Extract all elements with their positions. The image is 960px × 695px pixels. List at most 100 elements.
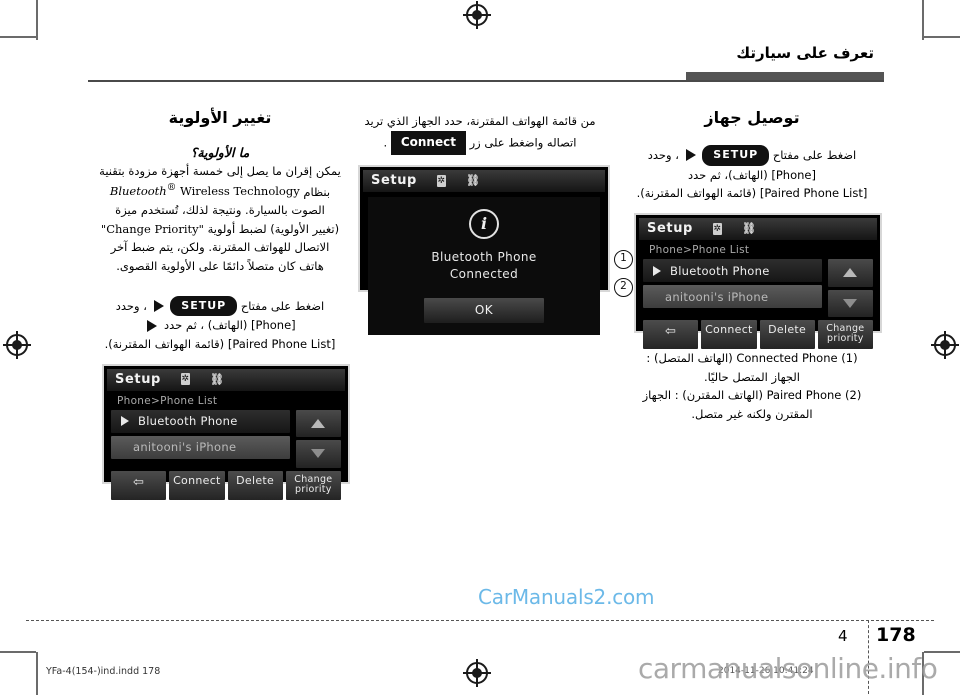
page-header-title: تعرف على سيارتك <box>736 44 874 62</box>
registered-mark: ® <box>166 182 177 194</box>
usb-icon: ⛓ <box>209 372 225 386</box>
bluetooth-word: Bluetooth <box>109 184 167 199</box>
popup-ok-button[interactable]: OK <box>423 297 545 323</box>
softkey-delete[interactable]: Delete <box>759 320 815 349</box>
back-arrow-icon: ⇦ <box>665 324 677 340</box>
body-line-6: هاتف كان متصلاً دائمًا على الأولوية القص… <box>116 258 324 273</box>
softkey-change-priority-line2: priority <box>295 483 332 495</box>
connect-intro-line1: من قائمة الهواتف المقترنة، حدد الجهاز ال… <box>364 114 596 128</box>
softkey-back[interactable]: ⇦ <box>111 470 167 500</box>
legend-line-2: الجهاز المتصل حاليًا. <box>703 369 801 384</box>
registration-mark-top <box>463 1 491 29</box>
body-line-5: الاتصال للهواتف المقترنة. ولكن، يتم ضبط … <box>110 240 330 255</box>
registration-mark-bottom <box>463 659 491 687</box>
list-item-connected-phone[interactable]: Bluetooth Phone <box>643 259 823 283</box>
softkey-delete[interactable]: Delete <box>227 470 283 500</box>
watermark-carmanuals2: CarManuals2.com <box>478 585 655 609</box>
arrow-right-icon-2 <box>147 319 158 332</box>
crop-mark-top-right-h <box>924 36 960 38</box>
callout-1: 1 <box>614 250 633 270</box>
softkey-back[interactable]: ⇦ <box>643 320 699 349</box>
popup-title-label: Setup <box>371 173 417 189</box>
scroll-up-button[interactable] <box>827 259 873 287</box>
column-connect-confirm: من قائمة الهواتف المقترنة، حدد الجهاز ال… <box>350 112 610 335</box>
phone-list-area: Bluetooth Phone anitooni's iPhone <box>639 259 877 318</box>
legend-line-4: المقترن ولكنه غير متصل. <box>691 406 813 421</box>
connect-softkey-block[interactable]: Connect <box>390 130 466 156</box>
screen-breadcrumb: Phone>Phone List <box>649 244 750 257</box>
popup-message: Bluetooth Phone Connected <box>368 249 600 284</box>
screen-breadcrumb: Phone>Phone List <box>117 394 218 407</box>
list-scrollbar[interactable] <box>295 409 341 468</box>
connect-intro-post: . <box>383 135 388 150</box>
change-priority-step-instruction: اضغط على مفتاح SETUP ، وحدد [Phone] (اله… <box>90 295 350 354</box>
scroll-down-button[interactable] <box>827 289 873 318</box>
list-item-paired-phone[interactable]: anitooni's iPhone <box>111 435 291 459</box>
legend-line-1: (1) Connected Phone (الهاتف المتصل) : <box>646 351 858 366</box>
softkey-change-priority-line2: priority <box>827 333 864 345</box>
body-line-4: (تغيير الأولوية) لضبط أولوية <box>207 221 340 236</box>
list-scrollbar[interactable] <box>827 259 873 318</box>
registration-mark-left <box>3 331 31 359</box>
usb-icon: ⛓ <box>465 174 481 188</box>
registration-mark-right <box>931 331 959 359</box>
arrow-right-icon <box>153 299 164 312</box>
screen-titlebar: Setup ✲ ⛓ <box>107 368 345 391</box>
connect-step-line2: [Phone] (الهاتف)، ثم حدد <box>688 167 816 182</box>
section-title-connect-device: توصيل جهاز <box>704 108 800 127</box>
connect-intro-pre: اتصاله واضغط على زر <box>469 135 577 150</box>
legend-line-3: (2) Paired Phone (الهاتف المقترن) : الجه… <box>642 388 862 403</box>
change-priority-key-label: "Change Priority" <box>100 221 204 236</box>
softkey-connect[interactable]: Connect <box>169 470 225 500</box>
footer-dashed-rule <box>26 620 934 621</box>
priority-step-post: ، وحدد <box>115 298 147 313</box>
scroll-down-button[interactable] <box>295 440 341 468</box>
connect-step-line3: [Paired Phone List] (قائمة الهواتف المقت… <box>636 186 868 201</box>
play-arrow-icon <box>121 416 129 427</box>
list-item-label: anitooni's iPhone <box>665 289 769 304</box>
setup-key-pill[interactable]: SETUP <box>702 145 770 166</box>
callout-legend: (1) Connected Phone (الهاتف المتصل) : ال… <box>622 349 882 424</box>
scroll-down-arrow-icon <box>843 298 858 308</box>
priority-step-line2: [Phone] (الهاتف) ، ثم حدد <box>164 318 296 333</box>
scroll-up-arrow-icon <box>843 268 858 278</box>
wireless-technology-text: Wireless Technology <box>176 184 300 199</box>
subsection-title-what-is-priority: ما الأولوية؟ <box>190 145 250 160</box>
popup-message-line2: Connected <box>449 267 519 282</box>
info-icon: i <box>469 209 499 240</box>
callout-2: 2 <box>614 278 633 298</box>
list-item-label: anitooni's iPhone <box>133 440 237 455</box>
indesign-filename-stamp: YFa-4(154-)ind.indd 178 <box>46 666 161 677</box>
list-item-connected-phone[interactable]: Bluetooth Phone <box>111 409 291 433</box>
list-item-label: Bluetooth Phone <box>670 263 770 278</box>
section-title-change-priority: تغيير الأولوية <box>168 108 272 127</box>
popup-dialog: i Bluetooth Phone Connected OK <box>368 197 600 335</box>
crop-mark-top-left-v <box>36 0 38 40</box>
priority-step-pre: اضغط على مفتاح <box>240 298 325 313</box>
connected-popup-screen: Setup ✲ ⛓ i Bluetooth Phone Connected OK <box>358 165 610 335</box>
screen-softkey-bar: ⇦ Connect Delete Change priority <box>639 317 877 351</box>
scroll-up-button[interactable] <box>295 409 341 438</box>
scroll-down-arrow-icon <box>311 449 326 459</box>
screen-title-label: Setup <box>647 221 693 237</box>
arrow-right-icon <box>685 149 696 162</box>
screen-status-icons: ✲ ⛓ <box>180 372 225 386</box>
softkey-change-priority[interactable]: Change priority <box>285 470 341 500</box>
crop-mark-top-right-v <box>922 0 924 40</box>
scroll-up-arrow-icon <box>311 418 326 428</box>
list-item-paired-phone[interactable]: anitooni's iPhone <box>643 285 823 309</box>
softkey-change-priority[interactable]: Change priority <box>817 320 873 349</box>
column-connect-device: توصيل جهاز اضغط على مفتاح SETUP ، وحدد [… <box>614 108 882 434</box>
bluetooth-icon: ✲ <box>712 222 722 235</box>
body-line-3: الصوت بالسيارة. ونتيجة لذلك، تُستخدم ميز… <box>115 203 325 218</box>
column-change-priority: تغيير الأولوية ما الأولوية؟ يمكن إقران م… <box>90 108 350 500</box>
usb-icon: ⛓ <box>741 222 757 236</box>
screen-titlebar: Setup ✲ ⛓ <box>639 218 877 241</box>
screen-softkey-bar: ⇦ Connect Delete Change priority <box>107 468 345 502</box>
setup-key-pill[interactable]: SETUP <box>170 295 238 317</box>
screen-status-icons: ✲ ⛓ <box>712 222 757 236</box>
softkey-connect[interactable]: Connect <box>701 320 757 349</box>
bluetooth-icon: ✲ <box>436 174 446 187</box>
list-item-label: Bluetooth Phone <box>138 414 238 429</box>
popup-titlebar: Setup ✲ ⛓ <box>363 170 605 193</box>
